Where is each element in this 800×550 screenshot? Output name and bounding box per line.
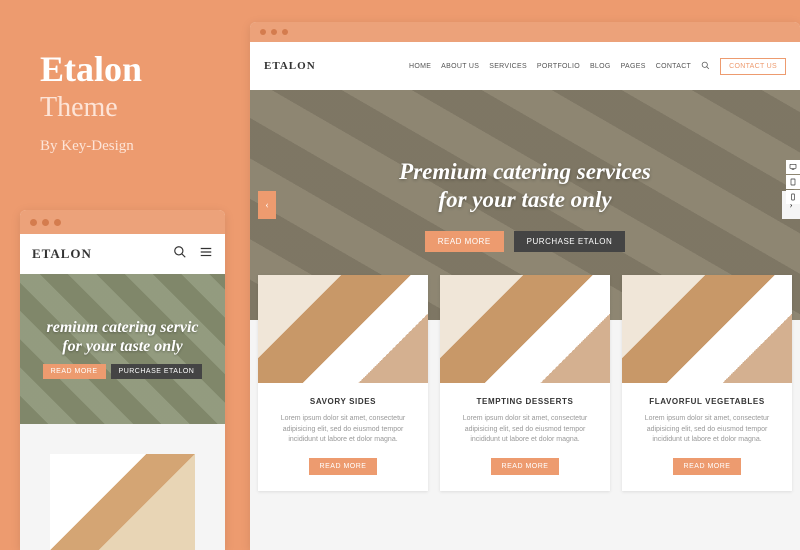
desktop-logo[interactable]: ETALON [264,60,316,72]
card-title: SAVORY SIDES [268,397,418,406]
mobile-preview-window: ETALON remium catering servic for your t… [20,210,225,550]
window-dot [42,219,49,226]
mobile-hero-heading: remium catering servic for your taste on… [47,319,199,356]
card-image [258,275,428,383]
window-dot [271,29,277,35]
card-title: TEMPTING DESSERTS [450,397,600,406]
nav-services[interactable]: SERVICES [489,63,527,70]
card-image [622,275,792,383]
viewport-switcher [786,160,800,205]
mobile-card-area [20,424,225,550]
tablet-view-icon[interactable] [786,175,800,189]
desktop-view-icon[interactable] [786,160,800,174]
card-title: FLAVORFUL VEGETABLES [632,397,782,406]
mobile-hero: remium catering servic for your taste on… [20,274,225,424]
window-dot [54,219,61,226]
mobile-hero-line2: for your taste only [62,338,182,355]
nav-about[interactable]: ABOUT US [441,63,479,70]
mobile-card-image [50,454,195,550]
cards-row: SAVORY SIDES Lorem ipsum dolor sit amet,… [250,275,800,491]
card-image [440,275,610,383]
nav-portfolio[interactable]: PORTFOLIO [537,63,580,70]
desktop-header: ETALON HOME ABOUT US SERVICES PORTFOLIO … [250,42,800,90]
mobile-logo[interactable]: ETALON [32,246,92,262]
menu-icon[interactable] [199,245,213,264]
mobile-hero-line1: remium catering servic [47,319,199,336]
mobile-read-more-button[interactable]: READ MORE [43,364,106,379]
card-text: Lorem ipsum dolor sit amet, consectetur … [632,414,782,446]
desktop-nav: HOME ABOUT US SERVICES PORTFOLIO BLOG PA… [409,57,786,75]
window-dot [30,219,37,226]
purchase-button[interactable]: PURCHASE ETALON [514,231,626,252]
theme-subtitle: Theme [40,92,240,124]
nav-pages[interactable]: PAGES [621,63,646,70]
desktop-hero-line2: for your taste only [438,187,611,212]
card-read-more-button[interactable]: READ MORE [491,458,560,475]
read-more-button[interactable]: READ MORE [425,231,504,252]
card-tempting-desserts: TEMPTING DESSERTS Lorem ipsum dolor sit … [440,275,610,491]
theme-author: By Key-Design [40,138,240,155]
nav-blog[interactable]: BLOG [590,63,611,70]
card-read-more-button[interactable]: READ MORE [309,458,378,475]
theme-info-panel: Etalon Theme By Key-Design [40,48,240,155]
card-savory-sides: SAVORY SIDES Lorem ipsum dolor sit amet,… [258,275,428,491]
carousel-prev-button[interactable]: ‹ [258,191,276,219]
contact-us-button[interactable]: CONTACT US [720,58,786,75]
window-dot [260,29,266,35]
mobile-view-icon[interactable] [786,190,800,204]
desktop-window-chrome [250,22,800,42]
desktop-hero-line1: Premium catering services [399,159,651,184]
card-read-more-button[interactable]: READ MORE [673,458,742,475]
desktop-preview-window: ETALON HOME ABOUT US SERVICES PORTFOLIO … [250,22,800,550]
search-icon[interactable] [701,57,710,75]
theme-title: Etalon [40,48,240,90]
card-flavorful-vegetables: FLAVORFUL VEGETABLES Lorem ipsum dolor s… [622,275,792,491]
window-dot [282,29,288,35]
search-icon[interactable] [173,245,187,264]
mobile-window-chrome [20,210,225,234]
card-text: Lorem ipsum dolor sit amet, consectetur … [450,414,600,446]
card-text: Lorem ipsum dolor sit amet, consectetur … [268,414,418,446]
desktop-hero-heading: Premium catering services for your taste… [399,158,651,213]
nav-contact[interactable]: CONTACT [656,63,691,70]
nav-home[interactable]: HOME [409,63,431,70]
mobile-header: ETALON [20,234,225,274]
mobile-purchase-button[interactable]: PURCHASE ETALON [111,364,203,379]
